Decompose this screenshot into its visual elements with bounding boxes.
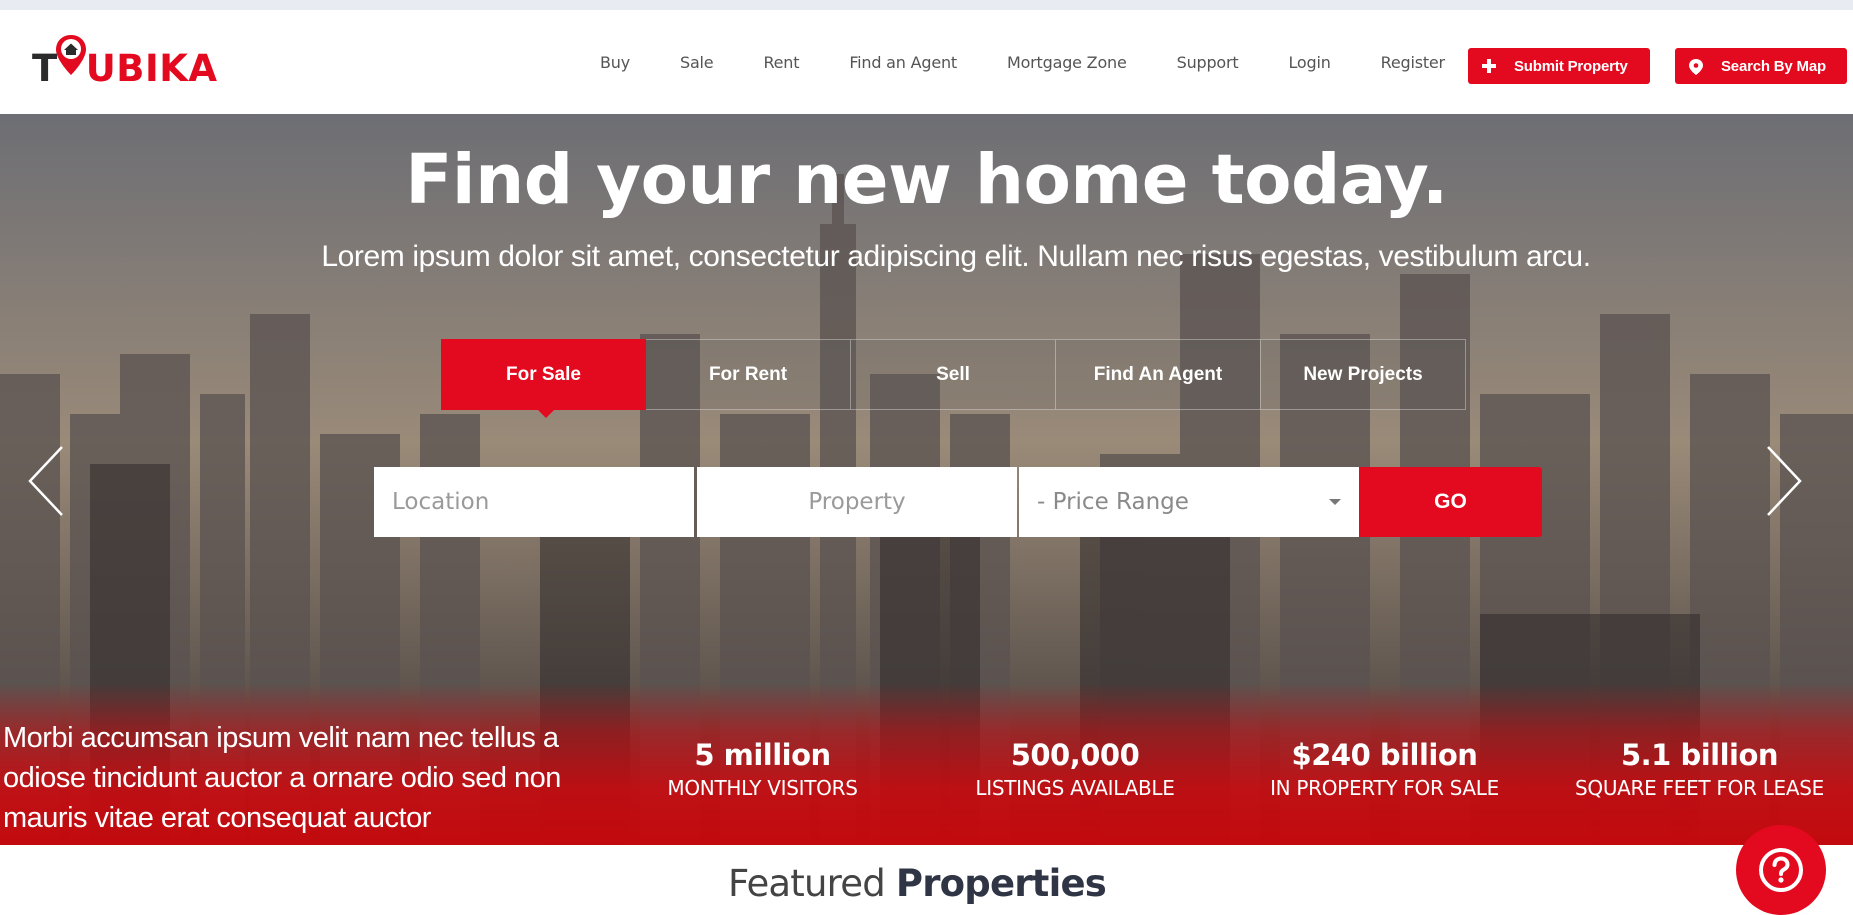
chevron-right-icon [1767, 446, 1802, 516]
nav-rent[interactable]: Rent [763, 53, 799, 72]
stat-value: $240 billion [1291, 738, 1478, 772]
help-button[interactable] [1736, 825, 1826, 915]
stat-label: IN PROPERTY FOR SALE [1270, 776, 1499, 800]
nav-sale[interactable]: Sale [680, 53, 714, 72]
submit-property-button[interactable]: Submit Property [1468, 48, 1650, 84]
featured-heading: Featured Properties [0, 862, 1834, 905]
stat-value: 5 million [694, 738, 831, 772]
tab-for-sale[interactable]: For Sale [441, 339, 646, 418]
stat-square-feet: 5.1 billion SQUARE FEET FOR LEASE [1572, 738, 1827, 804]
stat-monthly-visitors: 5 million MONTHLY VISITORS [660, 738, 865, 804]
question-icon [1759, 848, 1803, 892]
price-range-select[interactable]: - Price Range [1019, 467, 1359, 537]
tab-find-agent[interactable]: Find An Agent [1056, 339, 1261, 410]
caret-down-icon [1329, 499, 1341, 505]
stats-blurb: Morbi accumsan ipsum velit nam nec tellu… [3, 722, 561, 834]
search-tabs: For Sale For Rent Sell Find An Agent New… [441, 339, 1466, 418]
search-by-map-button[interactable]: Search By Map [1675, 48, 1847, 84]
tab-new-projects[interactable]: New Projects [1261, 339, 1466, 410]
top-strip [0, 0, 1853, 10]
slider-next-button[interactable] [1764, 443, 1804, 519]
go-button[interactable]: GO [1359, 467, 1542, 537]
featured-heading-light: Featured [728, 862, 886, 905]
search-by-map-label: Search By Map [1721, 57, 1826, 75]
nav-buy[interactable]: Buy [600, 53, 630, 72]
stat-label: LISTINGS AVAILABLE [975, 776, 1175, 800]
nav-support[interactable]: Support [1177, 53, 1239, 72]
property-input[interactable]: Property [697, 467, 1017, 537]
nav-find-agent[interactable]: Find an Agent [849, 53, 957, 72]
location-input[interactable]: Location [374, 467, 694, 537]
main-nav: Buy Sale Rent Find an Agent Mortgage Zon… [600, 10, 1445, 114]
featured-heading-bold: Properties [895, 862, 1107, 905]
stat-value: 500,000 [1010, 738, 1140, 772]
house-pin-icon [54, 33, 88, 77]
submit-property-label: Submit Property [1514, 57, 1628, 75]
map-pin-icon [1689, 59, 1703, 75]
hero-subtitle: Lorem ipsum dolor sit amet, consectetur … [321, 240, 1591, 273]
chevron-left-icon [28, 446, 63, 516]
nav-login[interactable]: Login [1288, 53, 1330, 72]
slider-prev-button[interactable] [26, 443, 66, 519]
logo[interactable]: T UBIKA [32, 32, 218, 92]
plus-icon [1482, 59, 1496, 73]
stat-label: SQUARE FEET FOR LEASE [1575, 776, 1824, 800]
tab-for-rent[interactable]: For Rent [646, 339, 851, 410]
price-range-value: - Price Range [1037, 489, 1189, 515]
nav-mortgage-zone[interactable]: Mortgage Zone [1007, 53, 1127, 72]
nav-register[interactable]: Register [1381, 53, 1445, 72]
stat-value: 5.1 billion [1620, 738, 1779, 772]
search-bar: Location Property - Price Range GO [374, 467, 1542, 537]
stat-listings: 500,000 LISTINGS AVAILABLE [965, 738, 1185, 804]
stat-property-for-sale: $240 billion IN PROPERTY FOR SALE [1262, 738, 1507, 804]
hero-title: Find your new home today. [405, 140, 1448, 220]
stat-label: MONTHLY VISITORS [667, 776, 858, 800]
tab-sell[interactable]: Sell [851, 339, 1056, 410]
logo-wordmark: UBIKA [85, 47, 218, 90]
